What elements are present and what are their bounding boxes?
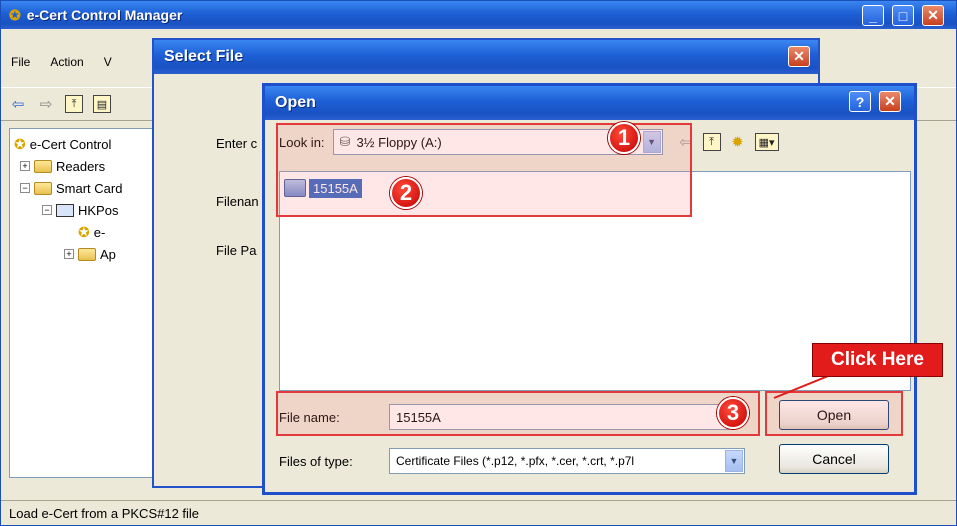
highlight-file-name-row	[276, 391, 760, 436]
open-dialog-title: Open	[275, 94, 316, 111]
select-file-close-button[interactable]: ✕	[788, 46, 810, 67]
app-cert-icon: ✪	[9, 6, 21, 23]
collapse-icon[interactable]: −	[42, 205, 52, 215]
expand-icon[interactable]: +	[20, 161, 30, 171]
cert-icon: ✪	[78, 223, 90, 240]
hkpost-icon	[56, 203, 74, 217]
close-button[interactable]: ✕	[922, 5, 944, 26]
tree-item-hkpost[interactable]: − HKPos	[14, 199, 154, 221]
filename-label: Filenan	[216, 194, 259, 209]
step-3-badge: 3	[717, 397, 749, 429]
tree-item-smart-card[interactable]: − Smart Card	[14, 177, 154, 199]
tree-item-label: Smart Card	[56, 180, 123, 196]
folder-icon	[34, 159, 52, 173]
file-path-label: File Pa	[216, 243, 257, 258]
tree-item-label: e-	[93, 224, 106, 240]
files-of-type-value: Certificate Files (*.p12, *.pfx, *.cer, …	[396, 454, 635, 468]
main-title-bar: ✪ e-Cert Control Manager _ □ ✕	[1, 1, 956, 29]
select-file-title-bar: Select File ✕	[154, 40, 818, 74]
folder-icon	[78, 247, 96, 261]
files-of-type-label: Files of type:	[279, 453, 353, 469]
tree-item-label: Ap	[100, 246, 116, 262]
up-one-level-icon[interactable]: ⤒	[702, 133, 721, 151]
tree-item-label: Readers	[56, 158, 106, 174]
files-of-type-dropdown[interactable]: Certificate Files (*.p12, *.pfx, *.cer, …	[389, 448, 745, 474]
folder-icon	[34, 181, 52, 195]
enter-label: Enter c	[216, 136, 258, 151]
tree-item-ap[interactable]: + Ap	[14, 243, 154, 265]
up-folder-icon[interactable]: ⤒	[65, 95, 83, 113]
cert-icon: ✪	[14, 135, 26, 152]
main-window-title: e-Cert Control Manager	[26, 7, 183, 23]
back-arrow-icon[interactable]: ⇦	[9, 95, 27, 113]
files-of-type-row: Files of type: Certificate Files (*.p12,…	[279, 448, 745, 474]
menu-action[interactable]: Action	[50, 55, 83, 69]
maximize-button[interactable]: □	[892, 5, 914, 26]
tree-item-label: e-Cert Control	[29, 136, 112, 152]
status-text: Load e-Cert from a PKCS#12 file	[9, 505, 200, 521]
new-folder-icon[interactable]: ✹	[729, 133, 747, 151]
help-button[interactable]: ?	[849, 91, 871, 112]
cancel-button[interactable]: Cancel	[779, 444, 889, 474]
tree-item-ecert[interactable]: ✪ e-	[14, 221, 154, 243]
step-2-badge: 2	[390, 177, 422, 209]
minimize-button[interactable]: _	[862, 5, 884, 26]
expand-icon[interactable]: +	[64, 249, 74, 259]
click-here-callout: Click Here	[812, 343, 943, 377]
view-menu-icon[interactable]: ▦▾	[754, 133, 779, 151]
console-tree: ✪ e-Cert Control + Readers − Smart Card …	[9, 128, 159, 478]
select-file-title: Select File	[164, 48, 244, 65]
forward-arrow-icon[interactable]: ⇨	[37, 95, 55, 113]
status-bar: Load e-Cert from a PKCS#12 file	[1, 500, 956, 525]
step-1-badge: 1	[608, 122, 640, 154]
chevron-down-icon[interactable]: ▼	[725, 450, 743, 472]
tree-item-label: HKPos	[78, 202, 119, 218]
open-title-bar: Open ? ✕	[265, 86, 914, 120]
view-icon[interactable]: ▤	[93, 95, 111, 113]
tree-item-root[interactable]: ✪ e-Cert Control	[14, 133, 154, 155]
open-close-button[interactable]: ✕	[879, 91, 901, 112]
menu-file[interactable]: File	[11, 55, 30, 69]
collapse-icon[interactable]: −	[20, 183, 30, 193]
menu-view[interactable]: V	[104, 55, 112, 69]
tree-item-readers[interactable]: + Readers	[14, 155, 154, 177]
